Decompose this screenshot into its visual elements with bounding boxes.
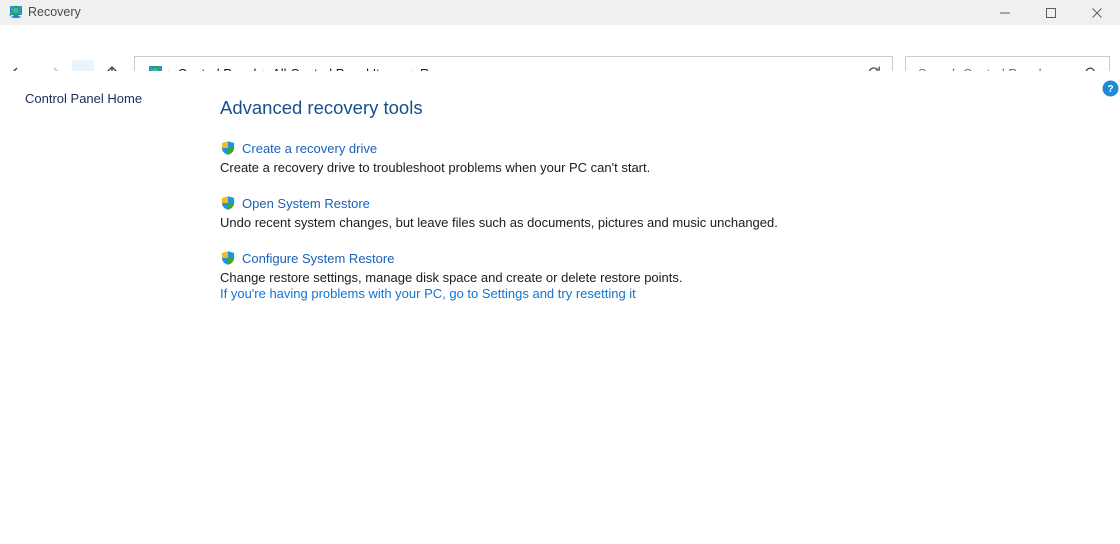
navigation-toolbar: › Control Panel › All Control Panel Item…	[0, 25, 1120, 71]
link-create-recovery-drive[interactable]: Create a recovery drive	[242, 141, 377, 156]
sidebar: Control Panel Home	[0, 71, 205, 544]
recovery-icon	[6, 4, 23, 21]
minimize-button[interactable]	[982, 0, 1028, 25]
window-title: Recovery	[28, 0, 81, 25]
uac-shield-icon	[220, 195, 236, 211]
tool-description: Create a recovery drive to troubleshoot …	[220, 160, 980, 175]
window-controls	[982, 0, 1120, 25]
tool-description: Change restore settings, manage disk spa…	[220, 270, 980, 285]
close-button[interactable]	[1074, 0, 1120, 25]
tool-description: Undo recent system changes, but leave fi…	[220, 215, 980, 230]
link-reset-pc-settings[interactable]: If you're having problems with your PC, …	[220, 286, 636, 301]
tool-configure-system-restore: Configure System Restore Change restore …	[220, 249, 980, 285]
uac-shield-icon	[220, 140, 236, 156]
tool-header: Configure System Restore	[220, 249, 980, 267]
link-open-system-restore[interactable]: Open System Restore	[242, 196, 370, 211]
recovery-tool-list: Create a recovery drive Create a recover…	[220, 139, 980, 304]
help-button[interactable]: ?	[1102, 80, 1119, 97]
title-bar: Recovery	[0, 0, 1120, 25]
page-title: Advanced recovery tools	[220, 97, 423, 119]
tool-header: Open System Restore	[220, 194, 980, 212]
svg-text:?: ?	[1107, 84, 1113, 95]
link-configure-system-restore[interactable]: Configure System Restore	[242, 251, 394, 266]
uac-shield-icon	[220, 250, 236, 266]
tool-header: Create a recovery drive	[220, 139, 980, 157]
tool-open-system-restore: Open System Restore Undo recent system c…	[220, 194, 980, 230]
tool-create-recovery-drive: Create a recovery drive Create a recover…	[220, 139, 980, 175]
sidebar-item-control-panel-home[interactable]: Control Panel Home	[25, 91, 142, 106]
maximize-button[interactable]	[1028, 0, 1074, 25]
